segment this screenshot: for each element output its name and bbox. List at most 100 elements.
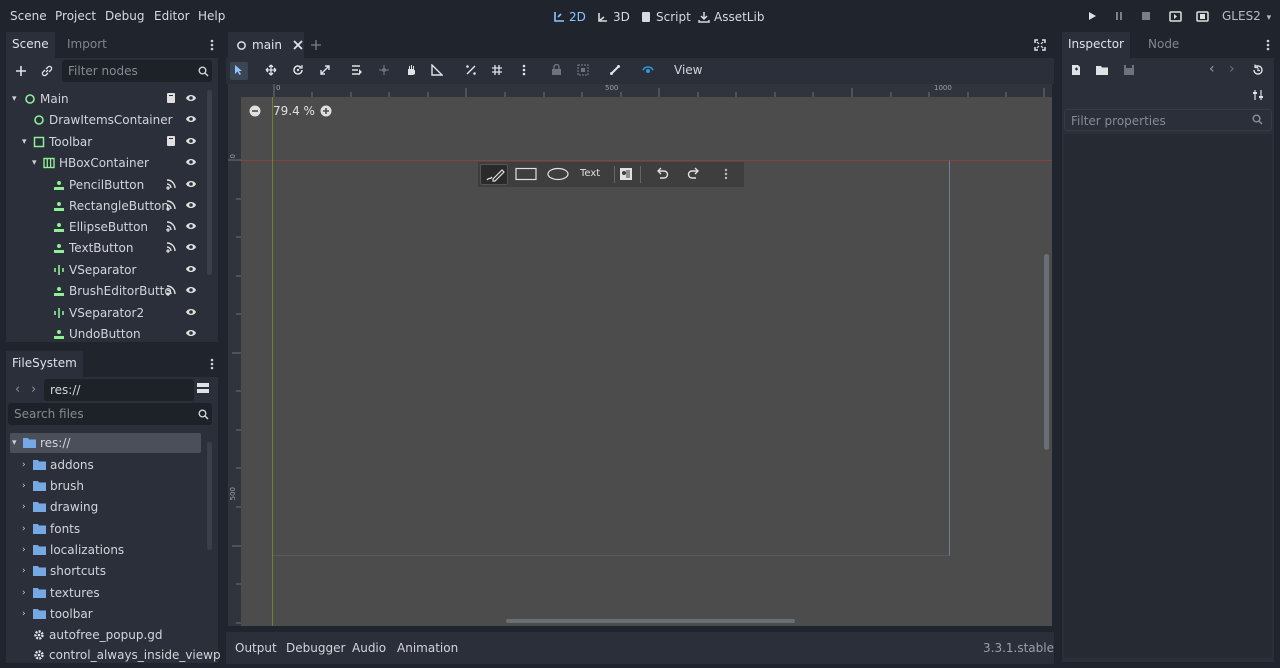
canvas-viewport[interactable]: 0 500 1000 0 500 79.4 % Text (228, 84, 1052, 626)
menu-debug[interactable]: Debug (105, 9, 144, 23)
open-folder-icon[interactable] (1096, 64, 1109, 76)
chevron-right-icon[interactable]: › (22, 481, 33, 491)
add-node-icon[interactable] (14, 64, 28, 78)
more-options-icon[interactable] (724, 168, 728, 180)
visibility-eye-icon[interactable] (185, 199, 197, 211)
signal-connected-icon[interactable] (165, 284, 177, 296)
stop-icon[interactable] (1139, 9, 1153, 23)
menu-editor[interactable]: Editor (154, 9, 190, 23)
menu-help[interactable]: Help (198, 9, 225, 23)
grid-snap-icon[interactable] (489, 62, 505, 78)
chevron-right-icon[interactable]: › (22, 588, 33, 598)
chevron-down-icon[interactable]: ▾ (12, 438, 23, 448)
rectangle-icon[interactable] (515, 167, 537, 181)
zoom-in-icon[interactable] (320, 105, 332, 117)
viewport-vertical-scrollbar[interactable] (1044, 254, 1049, 450)
script-attached-icon[interactable] (165, 92, 177, 104)
visibility-eye-icon[interactable] (185, 263, 197, 275)
chevron-right-icon[interactable]: › (22, 460, 33, 470)
forward-arrow-icon[interactable]: › (31, 382, 36, 397)
signal-connected-icon[interactable] (165, 178, 177, 190)
search-files-input[interactable]: Search files (8, 403, 212, 425)
play-custom-scene-icon[interactable] (1195, 9, 1209, 23)
visibility-eye-icon[interactable] (185, 327, 197, 339)
menu-scene[interactable]: Scene (10, 9, 47, 23)
fs-item-folder[interactable]: › toolbar (22, 603, 93, 624)
play-scene-icon[interactable] (1168, 9, 1182, 23)
split-view-icon[interactable] (196, 381, 210, 395)
pause-icon[interactable] (1112, 9, 1126, 23)
chevron-down-icon[interactable]: ▾ (12, 94, 24, 104)
history-forward-icon[interactable]: › (1229, 61, 1235, 77)
visibility-eye-icon[interactable] (185, 92, 197, 104)
tree-node-brusheditorbutton[interactable]: BrushEditorButto (53, 280, 172, 301)
workspace-3d-button[interactable]: 3D (597, 8, 630, 26)
fs-item-folder[interactable]: › drawing (22, 496, 98, 517)
chevron-right-icon[interactable]: › (22, 566, 33, 576)
group-icon[interactable] (575, 62, 591, 78)
filesystem-scrollbar[interactable] (207, 442, 212, 550)
signal-connected-icon[interactable] (165, 220, 177, 232)
fs-item-file[interactable]: autofree_popup.gd (33, 624, 163, 645)
renderer-selector[interactable]: GLES2 ▾ (1222, 9, 1271, 23)
tree-node-vseparator[interactable]: VSeparator (53, 259, 136, 280)
tab-filesystem[interactable]: FileSystem (6, 351, 83, 377)
tree-node-pencilbutton[interactable]: PencilButton (53, 174, 144, 195)
workspace-assetlib-button[interactable]: AssetLib (698, 8, 764, 26)
scene-tree-scrollbar[interactable] (207, 90, 212, 275)
visibility-eye-icon[interactable] (185, 306, 197, 318)
fs-item-file[interactable]: control_always_inside_viewp (33, 646, 221, 663)
tab-scene[interactable]: Scene (6, 32, 55, 58)
rotate-tool-icon[interactable] (290, 62, 306, 78)
chevron-right-icon[interactable]: › (22, 545, 33, 555)
visibility-eye-icon[interactable] (185, 284, 197, 296)
tab-node[interactable]: Node (1142, 32, 1185, 58)
object-properties-icon[interactable] (1252, 89, 1264, 101)
filter-nodes-input[interactable]: Filter nodes (62, 60, 212, 82)
visibility-eye-icon[interactable] (185, 135, 197, 147)
tab-inspector[interactable]: Inspector (1062, 32, 1130, 58)
redo-icon[interactable] (687, 167, 701, 181)
pencil-button[interactable] (480, 164, 508, 185)
zoom-level[interactable]: 79.4 % (273, 104, 315, 118)
chevron-right-icon[interactable]: › (22, 609, 33, 619)
fs-item-folder[interactable]: › addons (22, 454, 94, 475)
scene-tab-main[interactable]: main (228, 32, 304, 58)
tree-node-vseparator2[interactable]: VSeparator2 (53, 302, 144, 323)
fs-item-folder[interactable]: › brush (22, 475, 84, 496)
ruler-tool-icon[interactable] (429, 62, 445, 78)
snap-toggle-icon[interactable] (463, 62, 479, 78)
back-arrow-icon[interactable]: ‹ (15, 382, 20, 397)
play-icon[interactable] (1085, 9, 1099, 23)
tree-node-main[interactable]: ▾ Main (12, 88, 69, 109)
chevron-down-icon[interactable]: ▾ (32, 158, 43, 168)
brush-editor-icon[interactable] (619, 167, 633, 181)
tree-node-toolbar[interactable]: ▾ Toolbar (22, 131, 92, 152)
save-icon[interactable] (1123, 64, 1135, 76)
move-tool-icon[interactable] (263, 62, 279, 78)
fs-item-folder[interactable]: › textures (22, 582, 100, 603)
visibility-eye-icon[interactable] (185, 241, 197, 253)
lock-icon[interactable] (548, 62, 564, 78)
fs-item-folder[interactable]: › localizations (22, 539, 124, 560)
select-tool-icon[interactable] (231, 62, 247, 78)
more-options-icon[interactable] (516, 62, 532, 78)
camera-override-icon[interactable] (640, 62, 656, 78)
add-scene-tab-icon[interactable] (310, 39, 322, 51)
close-icon[interactable] (293, 40, 303, 50)
pivot-tool-icon[interactable] (376, 62, 392, 78)
link-icon[interactable] (40, 64, 54, 78)
visibility-eye-icon[interactable] (185, 156, 197, 168)
visibility-eye-icon[interactable] (185, 220, 197, 232)
workspace-2d-button[interactable]: 2D (553, 8, 586, 26)
tree-node-hboxcontainer[interactable]: ▾ HBoxContainer (32, 152, 149, 173)
text-tool-button[interactable]: Text (580, 168, 600, 179)
view-menu[interactable]: View (674, 63, 702, 77)
fs-item-folder[interactable]: › fonts (22, 518, 80, 539)
tab-debugger[interactable]: Debugger (286, 641, 345, 655)
dock-menu-icon[interactable] (206, 38, 218, 52)
tree-node-rectanglebutton[interactable]: RectangleButton (53, 195, 169, 216)
signal-connected-icon[interactable] (165, 199, 177, 211)
history-back-icon[interactable]: ‹ (1209, 61, 1215, 77)
fs-item-root[interactable]: ▾ res:// (12, 432, 70, 453)
